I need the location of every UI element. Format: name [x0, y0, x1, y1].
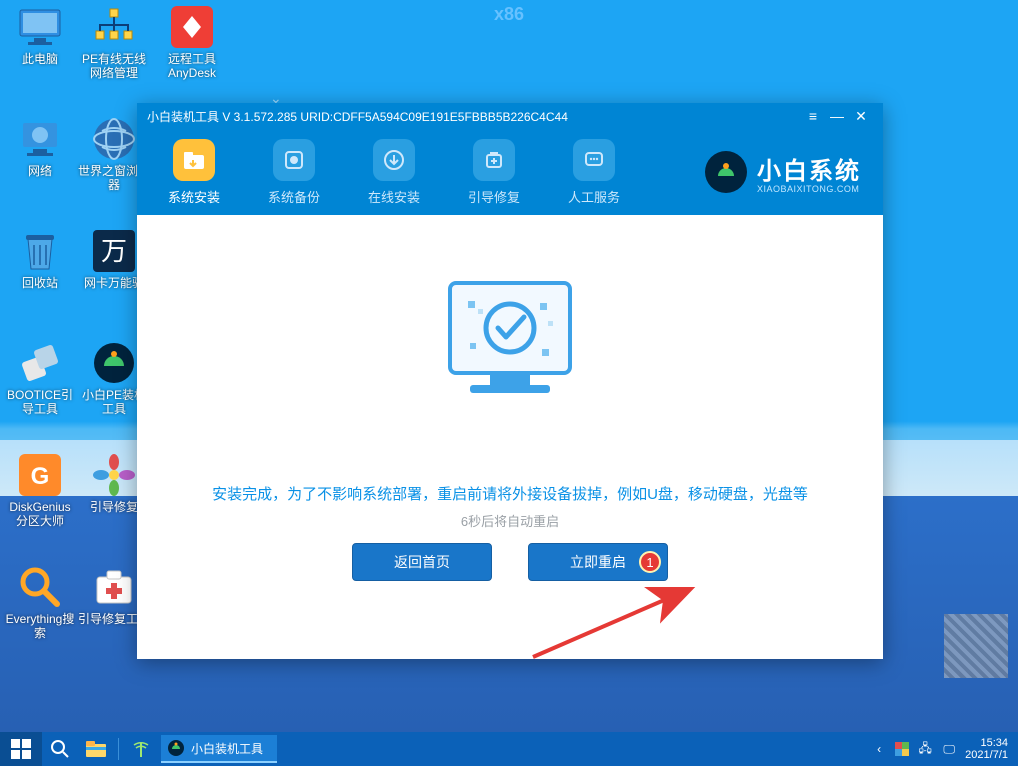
content-area: 安装完成，为了不影响系统部署，重启前请将外接设备拔掉，例如U盘，移动硬盘，光盘等…: [137, 215, 883, 659]
tray-chevron-icon[interactable]: ‹: [871, 742, 887, 756]
tool-manual-service-label: 人工服务: [568, 187, 620, 206]
desktop-boot-repair-icon: [91, 452, 137, 498]
taskbar-explorer-icon[interactable]: [78, 732, 114, 766]
tray-clock[interactable]: 15:34 2021/7/1: [965, 737, 1008, 761]
system-tray: ‹ 🖧 🖵 15:34 2021/7/1: [871, 737, 1018, 761]
taskbar-search-icon[interactable]: [42, 732, 78, 766]
annotation-marker-1: 1: [639, 551, 661, 573]
desktop-nic-driver-icon: 万: [91, 228, 137, 274]
taskbar-app-xiaobai[interactable]: 小白装机工具: [161, 735, 277, 763]
tool-boot-repair-icon: [473, 139, 515, 181]
desktop-network-icon: [17, 116, 63, 162]
desktop-anydesk[interactable]: 远程工具 AnyDesk: [156, 4, 228, 81]
desktop-this-pc-icon: [17, 4, 63, 50]
desktop-everything[interactable]: Everything搜索: [4, 564, 76, 641]
tool-manual-service-icon: [573, 139, 615, 181]
tool-online-install-label: 在线安装: [368, 187, 420, 206]
brand-title: 小白系统: [757, 151, 861, 186]
desktop-everything-label: Everything搜索: [4, 613, 76, 641]
back-home-button[interactable]: 返回首页: [352, 543, 492, 581]
toolbar: 系统安装 系统备份 在线安装 引导修复 人工服务 小白系统XIAOBAIXITONG.CO…: [137, 129, 883, 215]
desktop-this-pc-label: 此电脑: [22, 53, 58, 67]
blurred-region: [944, 614, 1008, 678]
start-button[interactable]: [0, 732, 42, 766]
desktop-anydesk-icon: [169, 4, 215, 50]
svg-text:万: 万: [101, 236, 127, 266]
brand: 小白系统XIAOBAIXITONG.COM: [705, 151, 861, 194]
desktop-recycle-bin-icon: [17, 228, 63, 274]
taskbar-wifi-icon[interactable]: [123, 732, 159, 766]
taskbar: 小白装机工具 ‹ 🖧 🖵 15:34 2021/7/1: [0, 732, 1018, 766]
tool-system-install-icon: [173, 139, 215, 181]
tool-system-backup-icon: [273, 139, 315, 181]
success-illustration: [430, 273, 590, 413]
desktop-everything-icon: [17, 564, 63, 610]
svg-text:G: G: [31, 463, 50, 490]
desktop-anydesk-label: 远程工具 AnyDesk: [156, 53, 228, 81]
desktop-nic-driver-label: 网卡万能驱: [84, 277, 144, 291]
desktop-network[interactable]: 网络: [4, 116, 76, 179]
tray-date: 2021/7/1: [965, 749, 1008, 761]
desktop-recycle-bin-label: 回收站: [22, 277, 58, 291]
desktop-network-label: 网络: [28, 165, 52, 179]
desktop-recycle-bin[interactable]: 回收站: [4, 228, 76, 291]
annotation-arrow: [525, 587, 705, 665]
desktop-pe-network-label: PE有线无线网络管理: [78, 53, 150, 81]
desktop-pe-network-icon: [91, 4, 137, 50]
desktop-xiaobai-pe-icon: [91, 340, 137, 386]
window-title: 小白装机工具 V 3.1.572.285 URID:CDFF5A594C09E1…: [147, 108, 568, 125]
tool-boot-repair-label: 引导修复: [468, 187, 520, 206]
tray-monitor-icon[interactable]: 🖵: [941, 742, 957, 757]
tool-boot-repair[interactable]: 引导修复: [453, 139, 535, 206]
restart-now-label: 立即重启: [570, 552, 626, 572]
desktop-browser-icon: [91, 116, 137, 162]
app-window: 小白装机工具 V 3.1.572.285 URID:CDFF5A594C09E1…: [137, 103, 883, 659]
desktop-bootice-icon: [17, 340, 63, 386]
tool-system-backup-label: 系统备份: [268, 187, 320, 206]
restart-now-button[interactable]: 立即重启 1: [528, 543, 668, 581]
desktop-diskgenius-icon: G: [17, 452, 63, 498]
tool-online-install-icon: [373, 139, 415, 181]
auto-restart-countdown: 6秒后将自动重启: [137, 511, 883, 530]
menu-button[interactable]: ≡: [801, 108, 825, 124]
desktop-this-pc[interactable]: 此电脑: [4, 4, 76, 67]
desktop-diskgenius[interactable]: G DiskGenius分区大师: [4, 452, 76, 529]
desktop-bootice-label: BOOTICE引导工具: [4, 389, 76, 417]
desktop-diskgenius-label: DiskGenius分区大师: [4, 501, 76, 529]
brand-logo-icon: [705, 151, 747, 193]
minimize-button[interactable]: —: [825, 108, 849, 124]
taskbar-app-label: 小白装机工具: [191, 740, 263, 757]
titlebar: 小白装机工具 V 3.1.572.285 URID:CDFF5A594C09E1…: [137, 103, 883, 129]
tool-system-install[interactable]: 系统安装: [153, 139, 235, 206]
close-button[interactable]: ✕: [849, 108, 873, 125]
tool-manual-service[interactable]: 人工服务: [553, 139, 635, 206]
tool-online-install[interactable]: 在线安装: [353, 139, 435, 206]
tool-system-install-label: 系统安装: [168, 187, 220, 206]
desktop-boot-repair-tool-icon: [91, 564, 137, 610]
desktop-boot-repair-label: 引导修复: [90, 501, 138, 515]
tray-network-icon[interactable]: 🖧: [917, 739, 933, 760]
tray-time: 15:34: [965, 737, 1008, 749]
tray-shield-icon[interactable]: [895, 742, 909, 756]
brand-subtitle: XIAOBAIXITONG.COM: [757, 184, 861, 194]
tool-system-backup[interactable]: 系统备份: [253, 139, 335, 206]
install-complete-message: 安装完成，为了不影响系统部署，重启前请将外接设备拔掉，例如U盘，移动硬盘，光盘等: [137, 483, 883, 504]
desktop-pe-network[interactable]: PE有线无线网络管理: [78, 4, 150, 81]
desktop-bootice[interactable]: BOOTICE引导工具: [4, 340, 76, 417]
